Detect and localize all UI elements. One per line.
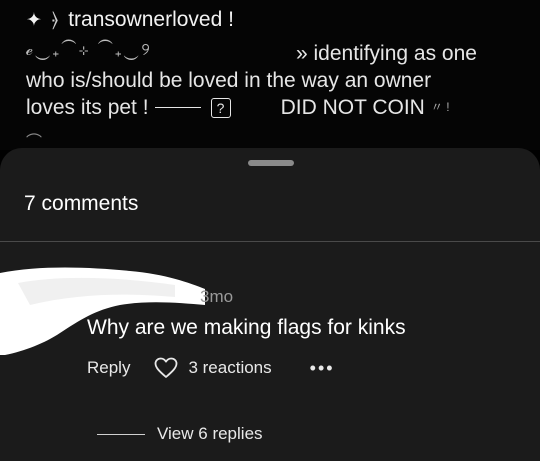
post-text-fragment: loves its pet !	[26, 96, 149, 119]
post-text-line-3: loves its pet ! ? DID NOT COIN 〃 !	[26, 94, 521, 121]
comments-count: 7 comments	[24, 192, 139, 215]
post-text-tail: 〃 !	[430, 100, 450, 114]
comment-actions: Reply 3 reactions •••	[87, 357, 335, 379]
post-text-line-1: » identifying as one	[296, 42, 477, 65]
reply-button[interactable]: Reply	[87, 358, 130, 378]
view-replies-button[interactable]: View 6 replies	[97, 424, 263, 444]
reactions-count[interactable]: 3 reactions	[188, 358, 271, 378]
comment-text: Why are we making flags for kinks	[87, 316, 406, 339]
more-options-icon[interactable]: •••	[310, 359, 335, 377]
view-replies-label: View 6 replies	[157, 424, 263, 443]
post-text-fragment: DID NOT COIN	[280, 96, 425, 119]
sheet-drag-handle[interactable]	[248, 160, 294, 166]
post-title: ✦ ⦒ transownerloved !	[26, 8, 234, 32]
post-username[interactable]: transownerloved !	[68, 8, 234, 32]
comment-timestamp: 3mo	[200, 287, 234, 306]
question-box-icon: ?	[210, 97, 231, 118]
heart-icon[interactable]	[154, 357, 178, 379]
view-replies-line	[97, 433, 145, 435]
bracket-deco-icon: ⦒	[51, 9, 59, 30]
redacted-avatar-username	[0, 267, 205, 355]
decorative-kaomoji-line: ℯ‿₊⁀⊹ ⁀₊‿୨	[26, 40, 152, 59]
dash-divider	[154, 107, 201, 108]
sparkle-icon: ✦	[26, 9, 42, 31]
sheet-divider	[0, 241, 540, 242]
post-text-line-2: who is/should be loved in the way an own…	[26, 69, 432, 92]
